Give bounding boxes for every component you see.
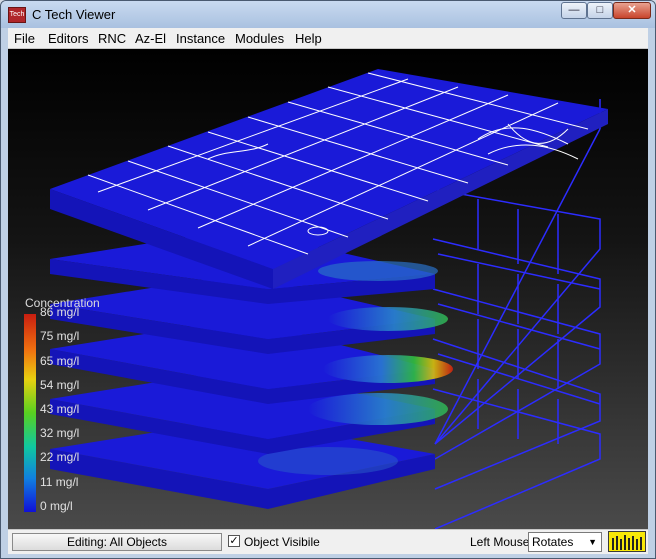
menu-editors[interactable]: Editors xyxy=(48,31,88,46)
menu-rnc[interactable]: RNC xyxy=(98,31,126,46)
status-bar: Editing: All Objects ✓ Object Visibile L… xyxy=(8,529,648,554)
legend-label: 65 mg/l xyxy=(40,354,80,368)
legend-label: 22 mg/l xyxy=(40,450,80,464)
editing-objects-button[interactable]: Editing: All Objects xyxy=(12,533,222,551)
legend-color-bar xyxy=(24,314,36,512)
legend-label: 75 mg/l xyxy=(40,329,80,343)
left-mouse-label: Left Mouse xyxy=(470,535,530,549)
legend-label: 32 mg/l xyxy=(40,426,80,440)
3d-viewport[interactable]: Concentration 86 mg/l 75 mg/l 65 mg/l 54… xyxy=(8,49,648,529)
window-title: C Tech Viewer xyxy=(32,7,116,22)
object-visible-label: Object Visibile xyxy=(244,535,320,549)
title-bar[interactable]: Tech C Tech Viewer — □ ✕ xyxy=(1,1,655,28)
dropdown-arrow-icon: ▼ xyxy=(588,537,597,547)
app-logo-icon: Tech xyxy=(8,7,26,23)
plume-visualization xyxy=(50,69,608,529)
menu-bar: File Editors RNC Az-El Instance Modules … xyxy=(8,28,648,49)
object-visible-checkbox[interactable]: ✓ xyxy=(228,535,240,547)
legend-label: 86 mg/l xyxy=(40,305,80,319)
checkmark-icon: ✓ xyxy=(229,535,239,547)
legend-label: 11 mg/l xyxy=(40,475,79,489)
minimize-button[interactable]: — xyxy=(561,2,587,19)
meter-bars-icon xyxy=(612,535,642,550)
menu-file[interactable]: File xyxy=(14,31,35,46)
performance-meter[interactable] xyxy=(608,531,646,552)
minimize-icon: — xyxy=(568,4,580,16)
left-mouse-mode-value: Rotates xyxy=(532,535,574,549)
menu-az-el[interactable]: Az-El xyxy=(135,31,166,46)
close-button[interactable]: ✕ xyxy=(613,2,651,19)
menu-instance[interactable]: Instance xyxy=(176,31,225,46)
menu-modules[interactable]: Modules xyxy=(235,31,284,46)
legend-label: 0 mg/l xyxy=(40,499,73,513)
menu-help[interactable]: Help xyxy=(295,31,322,46)
legend-label: 54 mg/l xyxy=(40,378,80,392)
app-window: Tech C Tech Viewer — □ ✕ File Editors RN… xyxy=(0,0,656,559)
maximize-button[interactable]: □ xyxy=(587,2,613,19)
legend-label: 43 mg/l xyxy=(40,402,80,416)
left-mouse-mode-select[interactable]: Rotates ▼ xyxy=(528,532,602,552)
close-icon: ✕ xyxy=(627,4,637,16)
maximize-icon: □ xyxy=(596,4,604,16)
